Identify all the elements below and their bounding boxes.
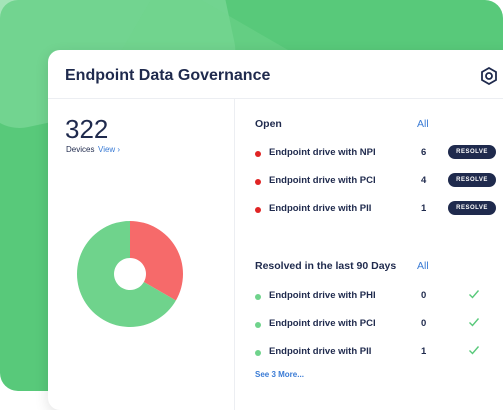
item-count: 0	[421, 318, 427, 329]
check-icon	[469, 318, 480, 327]
open-section-title: Open	[255, 118, 282, 130]
devices-label: Devices	[66, 145, 95, 154]
status-dot	[255, 207, 261, 213]
device-count: 322	[65, 114, 109, 144]
item-label: Endpoint drive with PII	[269, 203, 372, 214]
item-count: 4	[421, 175, 427, 186]
resolve-button[interactable]: RESOLVE	[448, 145, 496, 159]
resolved-list-item: Endpoint drive with PII 1	[255, 346, 503, 362]
status-dot	[255, 322, 261, 328]
findings-panel: Open All Endpoint drive with NPI 6 RESOL…	[235, 99, 503, 410]
open-all-link[interactable]: All	[417, 118, 429, 130]
item-count: 6	[421, 147, 427, 158]
resolved-section-title: Resolved in the last 90 Days	[255, 260, 397, 272]
status-dot	[255, 350, 261, 356]
resolved-all-link[interactable]: All	[417, 260, 429, 272]
resolved-list-item: Endpoint drive with PHI 0	[255, 290, 503, 306]
card-title: Endpoint Data Governance	[65, 67, 271, 84]
item-count: 1	[421, 346, 427, 357]
settings-icon[interactable]	[480, 67, 498, 85]
card-header: Endpoint Data Governance	[48, 50, 503, 99]
devices-view-link[interactable]: View ›	[98, 145, 120, 154]
check-icon	[469, 290, 480, 299]
check-icon	[469, 346, 480, 355]
devices-donut-chart	[77, 221, 183, 327]
resolved-list-item: Endpoint drive with PCI 0	[255, 318, 503, 334]
status-dot	[255, 179, 261, 185]
item-count: 0	[421, 290, 427, 301]
status-dot	[255, 151, 261, 157]
item-label: Endpoint drive with PII	[269, 346, 372, 357]
item-label: Endpoint drive with PCI	[269, 175, 376, 186]
resolve-button[interactable]: RESOLVE	[448, 201, 496, 215]
open-list-item: Endpoint drive with NPI 6 RESOLVE	[255, 145, 503, 163]
item-label: Endpoint drive with PCI	[269, 318, 376, 329]
devices-panel: 322 Devices View ›	[48, 99, 235, 410]
status-dot	[255, 294, 261, 300]
governance-card: Endpoint Data Governance 322 Devices Vie…	[48, 50, 503, 410]
see-more-link[interactable]: See 3 More...	[255, 370, 304, 379]
open-list-item: Endpoint drive with PII 1 RESOLVE	[255, 201, 503, 219]
item-count: 1	[421, 203, 427, 214]
resolve-button[interactable]: RESOLVE	[448, 173, 496, 187]
item-label: Endpoint drive with PHI	[269, 290, 376, 301]
item-label: Endpoint drive with NPI	[269, 147, 376, 158]
open-list-item: Endpoint drive with PCI 4 RESOLVE	[255, 173, 503, 191]
